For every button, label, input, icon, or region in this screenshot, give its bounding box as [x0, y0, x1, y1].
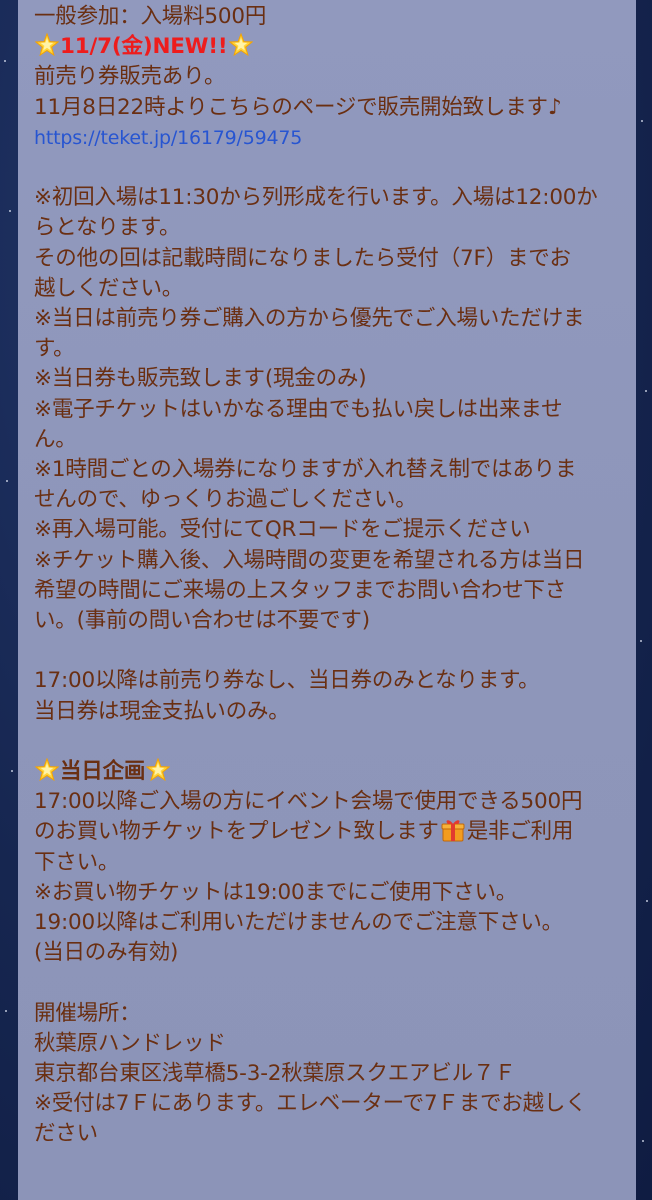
ticket-link[interactable]: https://teket.jp/16179/59475: [34, 127, 302, 149]
note-line: らとなります。: [34, 215, 181, 241]
venue-note: ※受付は7Ｆにあります。エレベーターで7Ｆまでお越しく: [34, 1091, 587, 1117]
background-star: [11, 770, 13, 772]
event-line: のお買い物チケットをプレゼント致します 是非ご利用: [34, 817, 636, 847]
event-line: 19:00以降はご利用いただけませんのでご注意下さい。: [34, 910, 563, 936]
presale-start-line: 11月8日22時よりこちらのページで販売開始致します♪: [34, 94, 562, 120]
event-line: (当日のみ有効): [34, 940, 179, 966]
venue-name: 秋葉原ハンドレッド: [34, 1030, 226, 1056]
event-line: 17:00以降ご入場の方にイベント会場で使用できる500円: [34, 789, 583, 815]
admission-fee-line: 一般参加：入場料500円: [34, 4, 267, 29]
background-star: [642, 1140, 644, 1142]
note-line: ※当日券も販売致します(現金のみ): [34, 366, 367, 392]
note-line: い。(事前の問い合わせは不要です): [34, 608, 370, 634]
same-day-event-title: 当日企画: [60, 759, 146, 785]
background-star: [6, 480, 8, 482]
event-line-text: 是非ご利用: [466, 819, 574, 845]
glowing-star-icon: [35, 33, 59, 57]
glowing-star-icon: [146, 758, 171, 782]
background-star: [645, 390, 647, 392]
note-line: ※再入場可能。受付にてQRコードをご提示ください: [34, 517, 531, 543]
note-line: 希望の時間にご来場の上スタッフまでお問い合わせ下さ: [34, 577, 567, 603]
event-line: 下さい。: [34, 849, 120, 875]
venue-note: ださい: [34, 1121, 98, 1147]
background-star: [9, 210, 11, 212]
venue-address: 東京都台東区浅草橋5-3-2秋葉原スクエアビル７Ｆ: [34, 1061, 516, 1087]
note-line: ※初回入場は11:30から列形成を行います。入場は12:00か: [34, 185, 598, 211]
gift-box-icon: [441, 820, 465, 842]
new-announcement-heading: 11/7(金)NEW!!: [34, 32, 636, 62]
note-line: す。: [34, 336, 75, 362]
event-line-text: のお買い物チケットをプレゼント致します: [34, 819, 439, 845]
venue-heading: 開催場所：: [34, 1000, 141, 1026]
ticket-link-row: https://teket.jp/16179/59475: [34, 123, 636, 153]
same-day-event-heading: 当日企画: [34, 757, 636, 787]
new-announcement-text: 11/7(金)NEW!!: [60, 34, 228, 60]
background-star: [640, 640, 642, 642]
background-star: [641, 120, 643, 122]
background-star: [5, 1010, 7, 1012]
background-star: [4, 60, 6, 62]
after-17-line: 17:00以降は前売り券なし、当日券のみとなります。: [34, 668, 540, 694]
note-line: その他の回は記載時間になりましたら受付（7F）までお: [34, 245, 571, 271]
event-info-panel: 一般参加：入場料500円 11/7(金)NEW!! 前売り券販売あり。 11月8…: [18, 0, 636, 1200]
note-line: ※チケット購入後、入場時間の変更を希望される方は当日: [34, 547, 585, 573]
note-line: ※電子チケットはいかなる理由でも払い戻しは出来ませ: [34, 396, 563, 422]
background-star: [646, 900, 648, 902]
note-line: 越しください。: [34, 275, 184, 301]
cash-only-line: 当日券は現金支払いのみ。: [34, 698, 290, 724]
note-line: せんので、ゆっくりお過ごしください。: [34, 487, 417, 513]
presale-line: 前売り券販売あり。: [34, 64, 226, 90]
glowing-star-icon: [228, 33, 253, 57]
note-line: ※1時間ごとの入場券になりますが入れ替え制ではありま: [34, 457, 577, 483]
note-line: ん。: [34, 426, 77, 452]
note-line: ※当日は前売り券ご購入の方から優先でご入場いただけま: [34, 306, 585, 332]
event-line: ※お買い物チケットは19:00までにご使用下さい。: [34, 879, 518, 905]
glowing-star-icon: [35, 758, 59, 782]
